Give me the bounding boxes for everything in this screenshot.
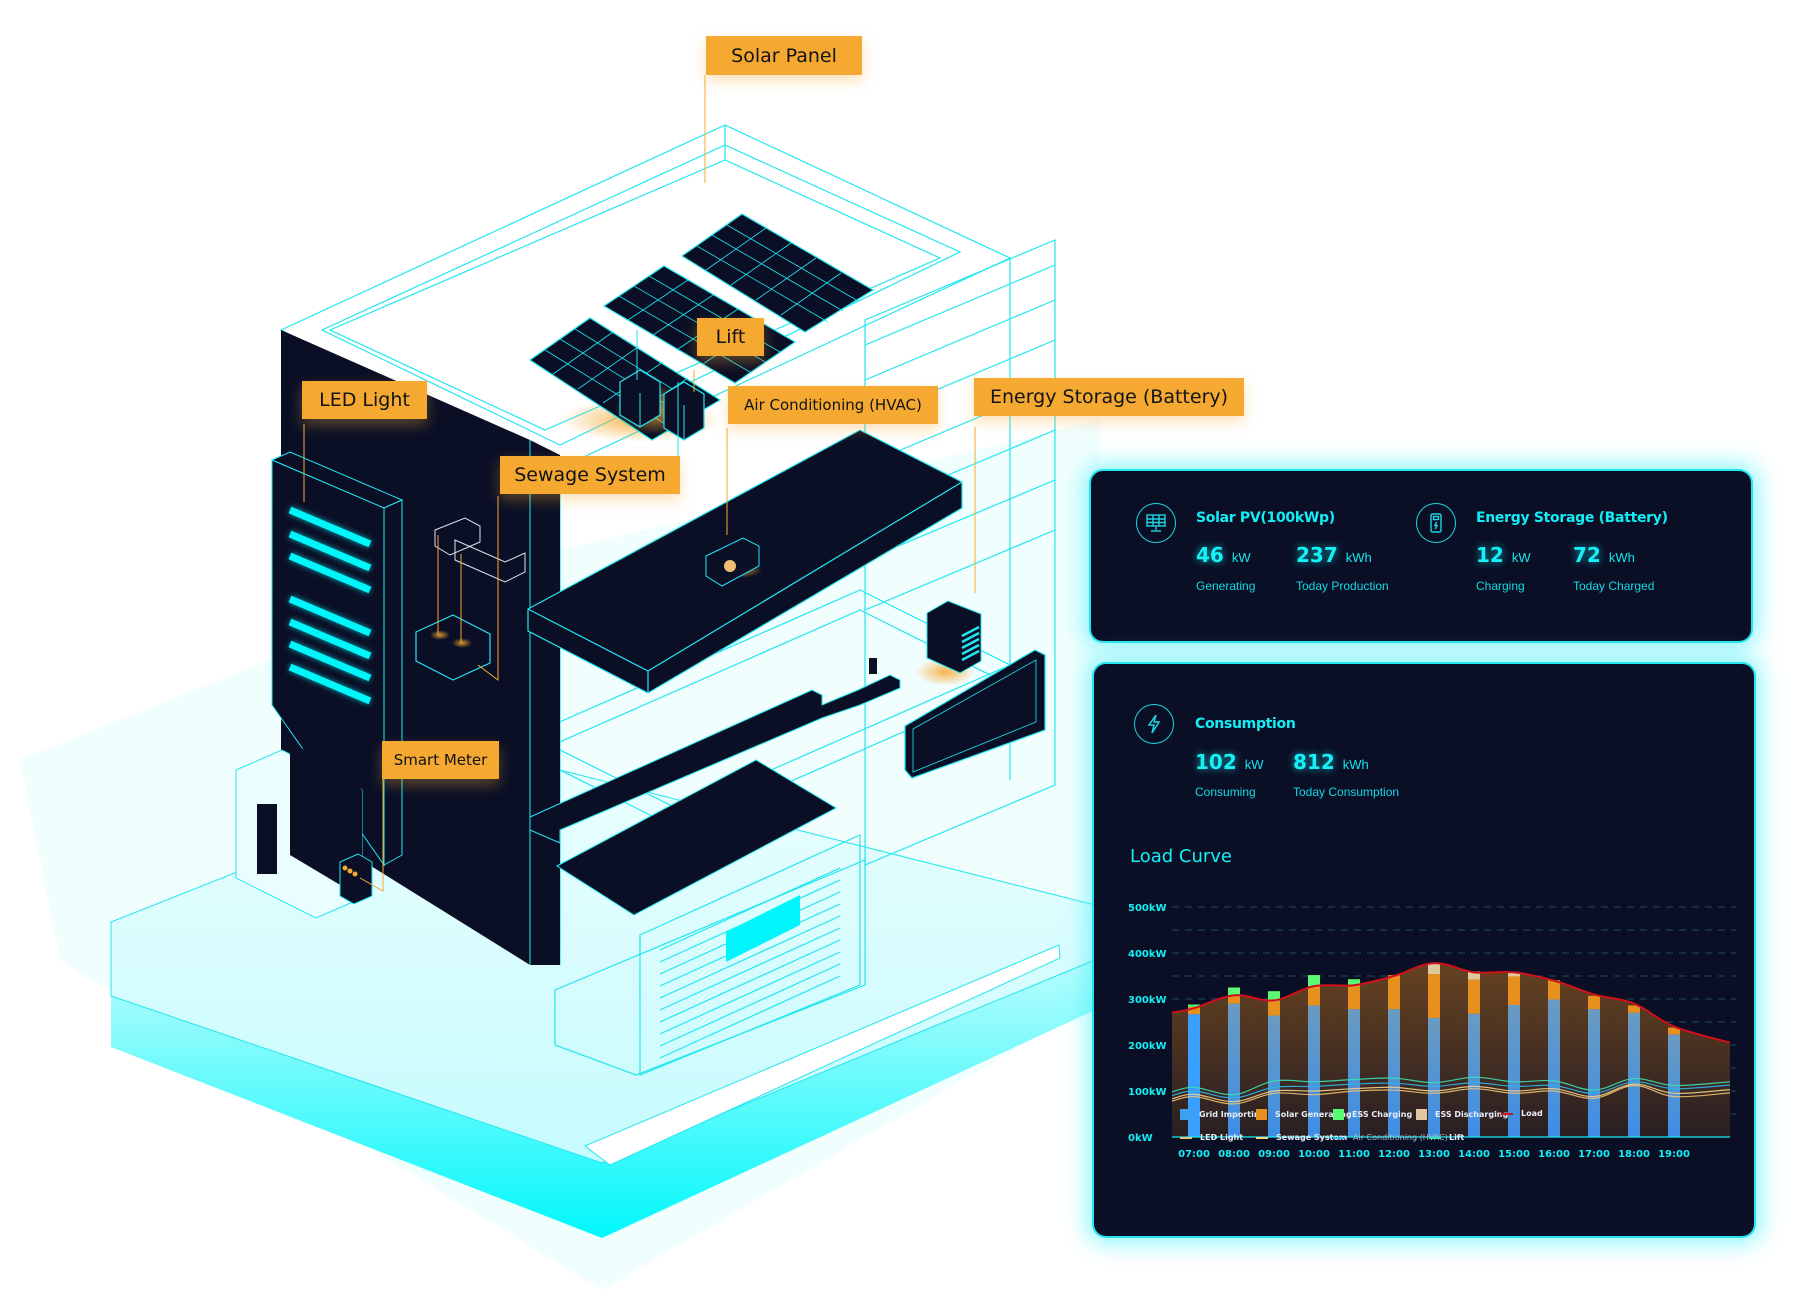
- legend-swatch: [1180, 1109, 1191, 1120]
- label-solar-panel: Solar Panel: [706, 36, 862, 75]
- x-tick-label: 13:00: [1418, 1149, 1450, 1160]
- summary-panel: Solar PV(100kWp) 46 kW Generating 237 kW…: [1091, 471, 1751, 641]
- storage-power-metric: 12 kW: [1476, 543, 1531, 567]
- storage-power-unit: kW: [1511, 550, 1531, 565]
- bar-solar-generating-1100: [1348, 984, 1360, 1010]
- legend-item[interactable]: ESS Charging: [1333, 1109, 1412, 1120]
- y-tick-label: 300kW: [1128, 995, 1167, 1006]
- bar-grid-importing-1600: [1548, 999, 1560, 1137]
- x-tick-label: 15:00: [1498, 1149, 1530, 1160]
- solar-energy-metric: 237 kWh: [1296, 543, 1372, 567]
- consumption-energy-unit: kWh: [1342, 757, 1369, 772]
- legend-label: ESS Discharging: [1435, 1110, 1509, 1119]
- bar-solar-generating-1200: [1388, 975, 1400, 1010]
- solar-panel-icon: [1136, 503, 1176, 543]
- x-tick-label: 14:00: [1458, 1149, 1490, 1160]
- bar-grid-importing-1800: [1628, 1012, 1640, 1137]
- solar-power-value: 46: [1196, 543, 1224, 567]
- label-energy-storage: Energy Storage (Battery): [974, 378, 1244, 416]
- battery-icon: [1416, 503, 1456, 543]
- x-tick-label: 16:00: [1538, 1149, 1570, 1160]
- storage-title: Energy Storage (Battery): [1476, 510, 1668, 526]
- legend-label: Load: [1521, 1109, 1543, 1118]
- bar-solar-generating-1000: [1308, 986, 1320, 1006]
- label-led-light: LED Light: [302, 381, 427, 419]
- legend-item[interactable]: Load: [1501, 1109, 1543, 1118]
- storage-energy-value: 72: [1573, 543, 1601, 567]
- consumption-title: Consumption: [1195, 716, 1296, 732]
- consumption-power-unit: kW: [1244, 757, 1264, 772]
- bar-grid-importing-1700: [1588, 1009, 1600, 1137]
- x-tick-label: 18:00: [1618, 1149, 1650, 1160]
- legend-swatch: [1429, 1136, 1441, 1139]
- legend-item[interactable]: ESS Discharging: [1416, 1109, 1508, 1120]
- legend-label: ESS Charging: [1352, 1110, 1413, 1119]
- legend-swatch: [1180, 1136, 1192, 1139]
- solar-energy-caption: Today Production: [1296, 579, 1389, 593]
- label-air-conditioning: Air Conditioning (HVAC): [728, 386, 938, 424]
- solar-power-caption: Generating: [1196, 579, 1256, 593]
- storage-power-value: 12: [1476, 543, 1504, 567]
- load-curve-title: Load Curve: [1130, 846, 1233, 867]
- y-tick-label: 100kW: [1128, 1087, 1167, 1098]
- x-tick-label: 08:00: [1218, 1149, 1250, 1160]
- legend-swatch: [1333, 1136, 1345, 1139]
- storage-energy-caption: Today Charged: [1573, 579, 1655, 593]
- storage-power-caption: Charging: [1476, 579, 1525, 593]
- consumption-panel: Consumption 102 kW Consuming 812 kWh Tod…: [1094, 664, 1754, 1236]
- bar-solar-generating-1600: [1548, 980, 1560, 1000]
- legend-label: Lift: [1449, 1133, 1465, 1142]
- legend-label: LED Light: [1200, 1133, 1244, 1142]
- label-sewage-system: Sewage System: [500, 456, 680, 494]
- y-tick-label: 400kW: [1128, 949, 1167, 960]
- solar-title: Solar PV(100kWp): [1196, 510, 1335, 526]
- bar-solar-generating-1500: [1508, 976, 1520, 1005]
- solar-energy-value: 237: [1296, 543, 1338, 567]
- legend-item[interactable]: Grid Importing: [1180, 1109, 1265, 1120]
- bar-solar-generating-1700: [1588, 995, 1600, 1010]
- storage-energy-unit: kWh: [1608, 550, 1635, 565]
- bar-ess-charging-1000: [1308, 975, 1320, 987]
- solar-power-unit: kW: [1231, 550, 1251, 565]
- load-curve-chart: 0kW 100kW 200kW 300kW 400kW 500kW 07:00 08:00 09…: [1128, 903, 1736, 1160]
- consumption-power-value: 102: [1195, 750, 1237, 774]
- solar-energy-unit: kWh: [1345, 550, 1372, 565]
- x-tick-label: 19:00: [1658, 1149, 1690, 1160]
- x-tick-label: 11:00: [1338, 1149, 1370, 1160]
- consumption-energy-caption: Today Consumption: [1293, 785, 1400, 799]
- bar-solar-generating-1400: [1468, 979, 1480, 1014]
- lightning-icon: [1134, 704, 1174, 744]
- y-tick-label: 200kW: [1128, 1041, 1167, 1052]
- label-smart-meter: Smart Meter: [382, 741, 499, 779]
- y-tick-label: 0kW: [1128, 1133, 1153, 1144]
- bar-solar-generating-1300: [1428, 974, 1440, 1018]
- x-tick-label: 07:00: [1178, 1149, 1210, 1160]
- bar-ess-discharging-1300: [1428, 963, 1440, 975]
- legend-swatch: [1416, 1109, 1427, 1120]
- consumption-energy-value: 812: [1293, 750, 1335, 774]
- x-tick-label: 12:00: [1378, 1149, 1410, 1160]
- consumption-power-caption: Consuming: [1195, 785, 1256, 799]
- legend-item[interactable]: LED Light: [1180, 1133, 1243, 1142]
- legend-swatch: [1256, 1136, 1268, 1139]
- legend-swatch: [1501, 1112, 1513, 1115]
- consumption-power-metric: 102 kW: [1195, 750, 1264, 774]
- storage-energy-metric: 72 kWh: [1573, 543, 1635, 567]
- consumption-energy-metric: 812 kWh: [1293, 750, 1369, 774]
- x-tick-label: 17:00: [1578, 1149, 1610, 1160]
- y-tick-label: 500kW: [1128, 903, 1167, 914]
- legend-item[interactable]: Lift: [1429, 1133, 1464, 1142]
- legend-swatch: [1333, 1109, 1344, 1120]
- legend-swatch: [1256, 1109, 1267, 1120]
- bar-solar-generating-0900: [1268, 1000, 1280, 1016]
- label-lift: Lift: [697, 318, 764, 356]
- x-tick-label: 09:00: [1258, 1149, 1290, 1160]
- x-tick-label: 10:00: [1298, 1149, 1330, 1160]
- solar-power-metric: 46 kW: [1196, 543, 1251, 567]
